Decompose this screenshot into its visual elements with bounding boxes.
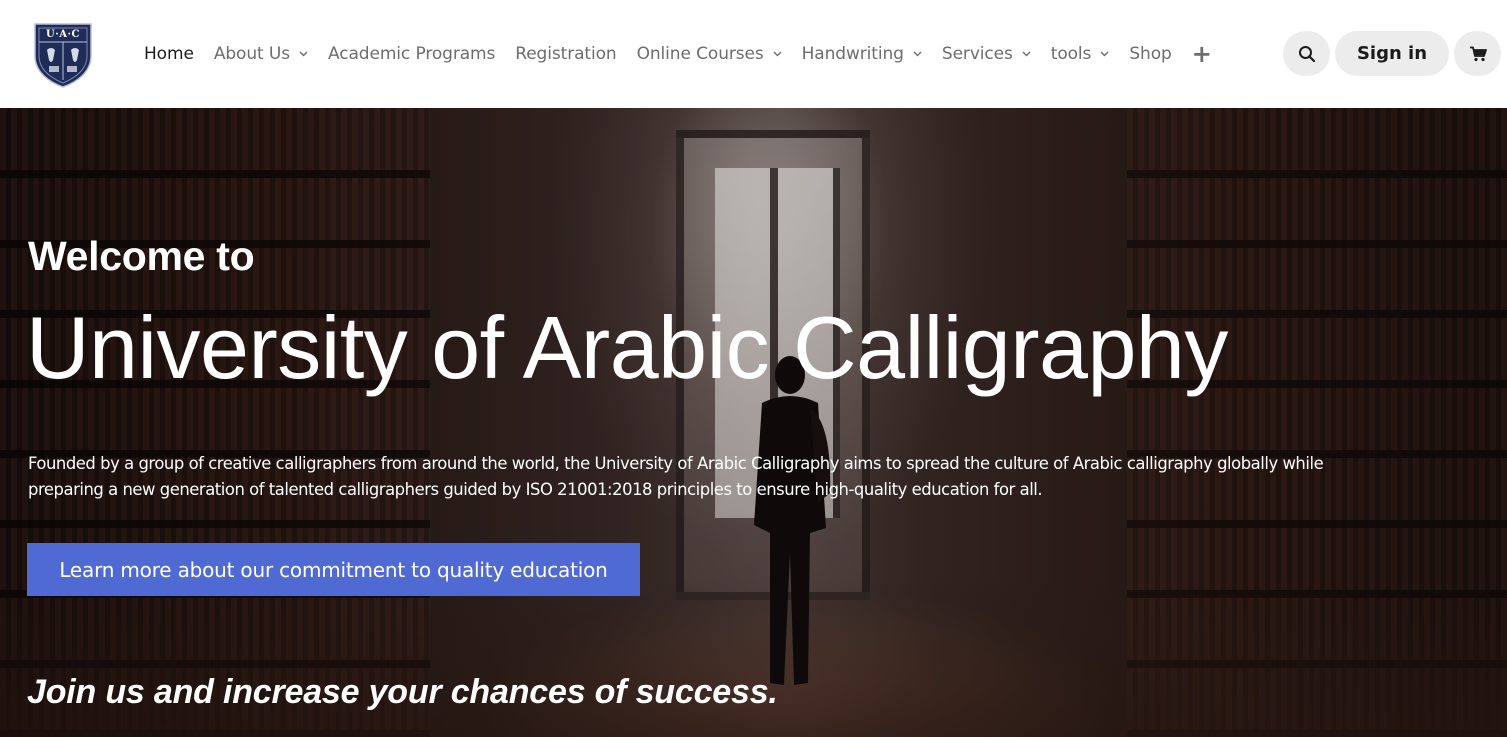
- chevron-down-icon: [773, 51, 782, 57]
- university-logo[interactable]: U·A·C: [32, 20, 94, 88]
- hero-tagline: Join us and increase your chances of suc…: [27, 673, 778, 711]
- chevron-down-icon: [299, 51, 308, 57]
- hero-dark-overlay: [0, 108, 1507, 737]
- nav-item-registration[interactable]: Registration: [515, 44, 616, 64]
- sign-in-button[interactable]: Sign in: [1335, 31, 1449, 76]
- hero-title: University of Arabic Calligraphy: [26, 298, 1228, 397]
- nav-item-label: Services: [941, 44, 1013, 64]
- nav-item-academic-programs[interactable]: Academic Programs: [328, 44, 495, 64]
- hero-banner: Welcome to University of Arabic Calligra…: [0, 108, 1507, 737]
- cart-button[interactable]: [1454, 31, 1501, 76]
- nav-item-label: Academic Programs: [327, 44, 496, 64]
- quality-education-button[interactable]: Learn more about our commitment to quali…: [27, 543, 640, 596]
- cart-icon: [1469, 46, 1487, 61]
- nav-item-label: Home: [144, 44, 194, 64]
- nav-item-tools[interactable]: tools: [1051, 44, 1110, 64]
- nav-item-services[interactable]: Services: [942, 44, 1031, 64]
- nav-item-label: Shop: [1129, 44, 1172, 64]
- chevron-down-icon: [913, 51, 922, 57]
- hero-description: Founded by a group of creative calligrap…: [28, 454, 1324, 499]
- nav-item-label: About Us: [213, 44, 290, 64]
- nav-item-shop[interactable]: Shop: [1129, 44, 1171, 64]
- nav-item-home[interactable]: Home: [144, 44, 194, 64]
- search-icon: [1298, 45, 1315, 62]
- search-button[interactable]: [1283, 31, 1330, 76]
- logo-text: U·A·C: [46, 29, 80, 40]
- nav-item-about-us[interactable]: About Us: [214, 44, 308, 64]
- plus-icon[interactable]: +: [1192, 42, 1212, 66]
- nav-item-label: tools: [1050, 44, 1092, 64]
- nav-item-online-courses[interactable]: Online Courses: [637, 44, 782, 64]
- hero-welcome-heading: Welcome to: [28, 233, 255, 279]
- nav-item-handwriting[interactable]: Handwriting: [802, 44, 922, 64]
- site-header: U·A·C Home About Us Academic Programs Re…: [0, 0, 1507, 108]
- chevron-down-icon: [1022, 51, 1031, 57]
- nav-item-label: Registration: [515, 44, 617, 64]
- nav-item-label: Handwriting: [801, 44, 904, 64]
- chevron-down-icon: [1100, 51, 1109, 57]
- nav-item-label: Online Courses: [636, 44, 764, 64]
- main-navigation: Home About Us Academic Programs Registra…: [144, 0, 1212, 108]
